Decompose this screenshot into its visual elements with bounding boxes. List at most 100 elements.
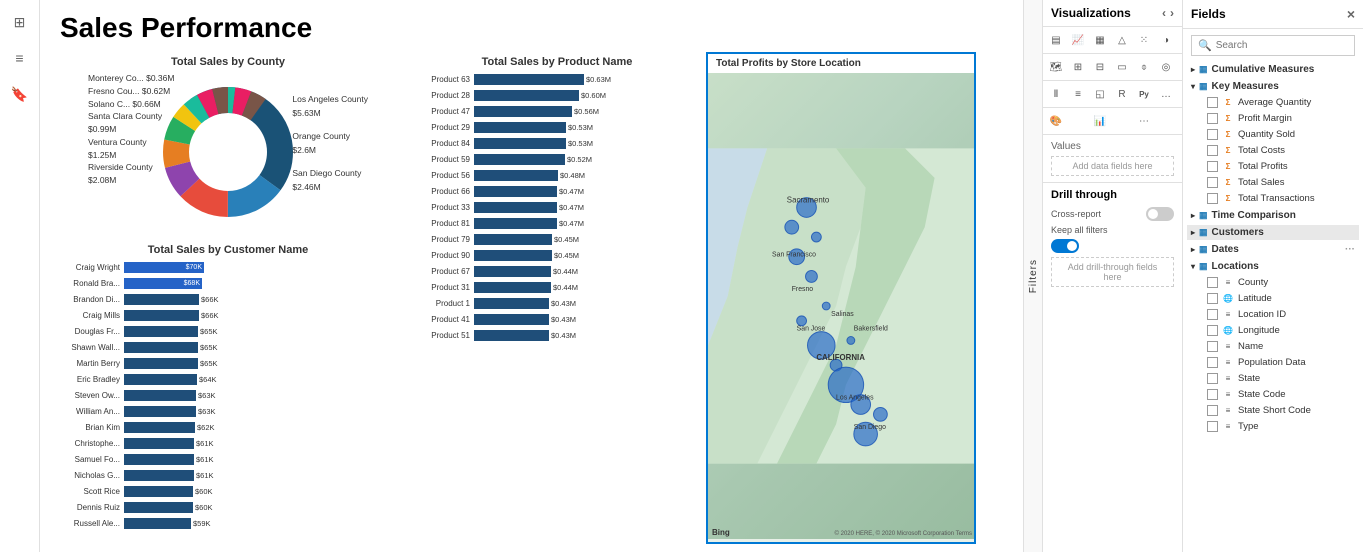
viz-icon-card[interactable]: ▭: [1113, 58, 1131, 76]
svg-text:Salinas: Salinas: [831, 311, 854, 318]
field-checkbox[interactable]: [1207, 325, 1218, 336]
field-item[interactable]: Σ Total Transactions: [1187, 190, 1359, 206]
viz-icon-kpi[interactable]: Ⅱ: [1047, 85, 1065, 103]
viz-panel-forward-icon[interactable]: ›: [1170, 6, 1174, 20]
map-title: Total Profits by Store Location: [708, 54, 974, 73]
viz-icon-shape[interactable]: ◱: [1091, 85, 1109, 103]
customer-bar-row: Eric Bradley $64K: [52, 372, 404, 386]
viz-icon-format[interactable]: 🎨: [1047, 112, 1065, 130]
product-bar-label: Product 81: [416, 219, 474, 228]
add-field-box[interactable]: Add data fields here: [1051, 156, 1174, 176]
field-checkbox[interactable]: [1207, 357, 1218, 368]
field-group-ellipsis[interactable]: ···: [1345, 244, 1355, 255]
fields-search-box[interactable]: 🔍: [1191, 35, 1355, 56]
field-group-name: Dates: [1212, 244, 1239, 255]
field-item[interactable]: ≡ Location ID: [1187, 306, 1359, 322]
donut-label-right-2v: $2.6M: [292, 143, 368, 157]
viz-icon-scatter[interactable]: ⁙: [1135, 31, 1153, 49]
product-bar-label: Product 33: [416, 203, 474, 212]
customer-bar-fill: [124, 486, 193, 497]
viz-icon-gauge[interactable]: ◎: [1157, 58, 1175, 76]
field-group: ▸ ▦ Customers: [1187, 225, 1359, 240]
viz-icon-analytics[interactable]: 📊: [1091, 112, 1109, 130]
field-item[interactable]: 🌐 Longitude: [1187, 322, 1359, 338]
field-checkbox[interactable]: [1207, 405, 1218, 416]
field-group-header[interactable]: ▸ ▦ Cumulative Measures: [1187, 62, 1359, 77]
field-item[interactable]: Σ Average Quantity: [1187, 94, 1359, 110]
field-group: ▾ ▦ Locations ≡ County 🌐 Latitude ≡ Loca…: [1187, 259, 1359, 434]
field-checkbox[interactable]: [1207, 177, 1218, 188]
viz-icon-bar[interactable]: ▦: [1091, 31, 1109, 49]
viz-icon-pie[interactable]: ◑: [1157, 31, 1175, 49]
filters-panel[interactable]: Filters: [1023, 0, 1043, 552]
customer-bar-label: Craig Mills: [52, 311, 124, 320]
viz-icon-image[interactable]: R: [1113, 85, 1131, 103]
field-checkbox[interactable]: [1207, 373, 1218, 384]
nav-icon-2[interactable]: ≡: [6, 44, 34, 72]
field-item[interactable]: Σ Quantity Sold: [1187, 126, 1359, 142]
field-item[interactable]: ≡ County: [1187, 274, 1359, 290]
viz-icon-area[interactable]: △: [1113, 31, 1131, 49]
field-group-header[interactable]: ▸ ▦ Dates ···: [1187, 242, 1359, 257]
nav-icon-1[interactable]: ⊞: [6, 8, 34, 36]
viz-icon-matrix[interactable]: ⊟: [1091, 58, 1109, 76]
customer-bar-value: $64K: [199, 375, 217, 384]
field-group-header[interactable]: ▸ ▦ Customers: [1187, 225, 1359, 240]
field-checkbox[interactable]: [1207, 97, 1218, 108]
customer-bar-row: Dennis Ruiz $60K: [52, 500, 404, 514]
viz-icon-table[interactable]: ⊞: [1069, 58, 1087, 76]
viz-icon-funnel[interactable]: ⌽: [1135, 58, 1153, 76]
field-checkbox[interactable]: [1207, 341, 1218, 352]
customer-bar-fill: $70K: [124, 262, 204, 273]
viz-icon-py[interactable]: Py: [1135, 85, 1153, 103]
field-checkbox[interactable]: [1207, 293, 1218, 304]
customer-bar-label: Douglas Fr...: [52, 327, 124, 336]
field-checkbox[interactable]: [1207, 389, 1218, 400]
svg-text:San Diego: San Diego: [854, 424, 886, 431]
field-checkbox[interactable]: [1207, 193, 1218, 204]
field-checkbox[interactable]: [1207, 309, 1218, 320]
field-item[interactable]: ≡ State Code: [1187, 386, 1359, 402]
cross-report-toggle[interactable]: [1146, 207, 1174, 221]
field-item[interactable]: Σ Total Sales: [1187, 174, 1359, 190]
map-container[interactable]: Total Profits by Store Location: [706, 52, 976, 544]
field-text-icon: ≡: [1222, 308, 1234, 320]
nav-icon-3[interactable]: 🔖: [6, 80, 34, 108]
product-bar-value: $0.43M: [551, 315, 576, 324]
field-group-header[interactable]: ▸ ▦ Time Comparison: [1187, 208, 1359, 223]
customer-bar-fill: [124, 326, 198, 337]
field-item[interactable]: ≡ State: [1187, 370, 1359, 386]
field-checkbox[interactable]: [1207, 421, 1218, 432]
viz-icon-stacked-bar[interactable]: ▤: [1047, 31, 1065, 49]
fields-search-input[interactable]: [1216, 40, 1348, 51]
field-item[interactable]: Σ Total Profits: [1187, 158, 1359, 174]
field-checkbox[interactable]: [1207, 129, 1218, 140]
fields-title: Fields: [1191, 7, 1226, 21]
viz-icon-line[interactable]: 📈: [1069, 31, 1087, 49]
field-item[interactable]: ≡ Type: [1187, 418, 1359, 434]
add-drill-box[interactable]: Add drill-through fields here: [1051, 257, 1174, 287]
field-text-icon: ≡: [1222, 420, 1234, 432]
field-item[interactable]: ≡ State Short Code: [1187, 402, 1359, 418]
map-svg: Sacramento San Francisco Fresno CALIFORN…: [708, 73, 974, 539]
field-checkbox[interactable]: [1207, 113, 1218, 124]
product-bar-row: Product 81 $0.47M: [416, 216, 698, 230]
field-checkbox[interactable]: [1207, 277, 1218, 288]
field-group-header[interactable]: ▾ ▦ Key Measures: [1187, 79, 1359, 94]
keep-all-toggle[interactable]: [1051, 239, 1079, 253]
field-item[interactable]: ≡ Population Data: [1187, 354, 1359, 370]
viz-icon-slicer[interactable]: ≡: [1069, 85, 1087, 103]
donut-label-left-3: Solano C... $0.66M: [88, 98, 174, 111]
viz-icon-more2[interactable]: ⋯: [1135, 112, 1153, 130]
field-item[interactable]: Σ Profit Margin: [1187, 110, 1359, 126]
viz-panel-back-icon[interactable]: ‹: [1162, 6, 1166, 20]
field-checkbox[interactable]: [1207, 161, 1218, 172]
field-item[interactable]: 🌐 Latitude: [1187, 290, 1359, 306]
field-group-header[interactable]: ▾ ▦ Locations: [1187, 259, 1359, 274]
field-item[interactable]: ≡ Name: [1187, 338, 1359, 354]
viz-icon-more[interactable]: …: [1157, 85, 1175, 103]
viz-icon-map[interactable]: 🗺: [1047, 58, 1065, 76]
field-checkbox[interactable]: [1207, 145, 1218, 156]
fields-close-icon[interactable]: ×: [1347, 6, 1355, 22]
field-item[interactable]: Σ Total Costs: [1187, 142, 1359, 158]
